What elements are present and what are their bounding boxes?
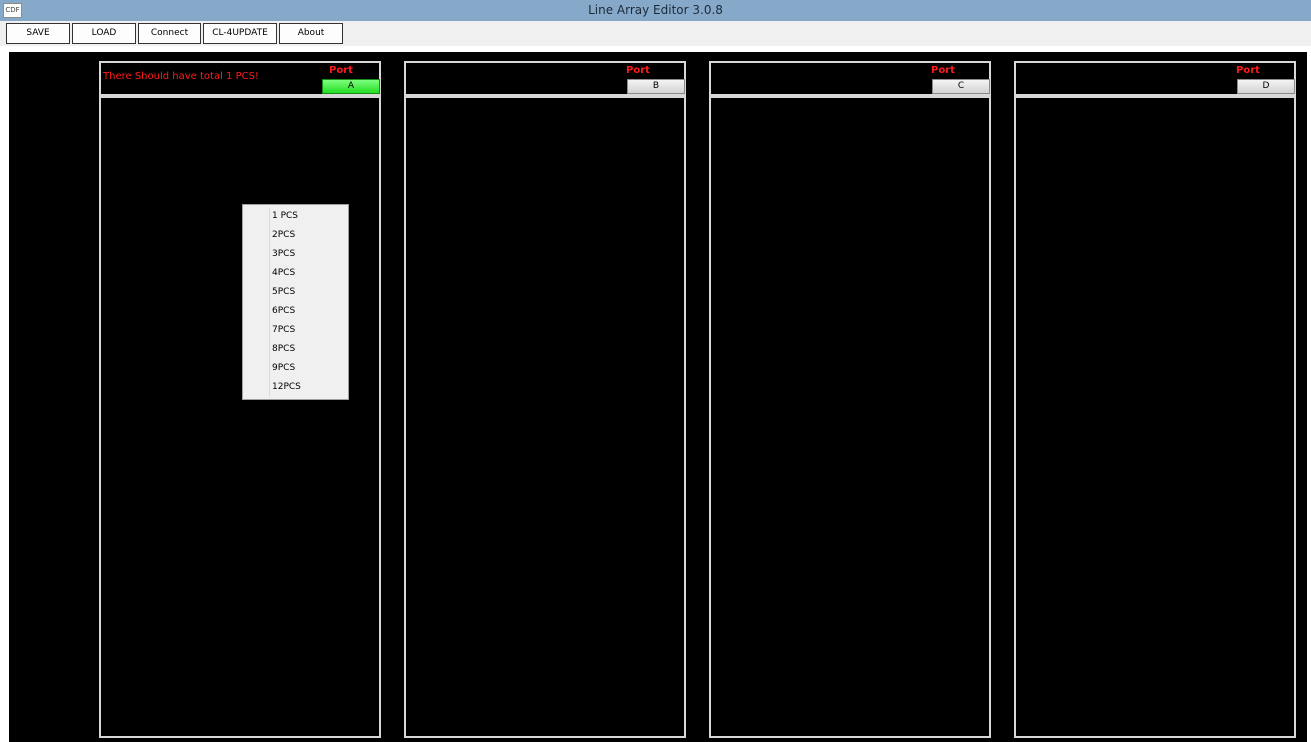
speaker-array-area[interactable] [404,96,686,738]
menu-item-5pcs[interactable]: 5PCS [245,283,346,302]
menu-item-2pcs[interactable]: 2PCS [245,226,346,245]
about-button[interactable]: About [279,23,343,44]
toolbar: SAVE LOAD Connect CL-4UPDATE About [0,21,1311,46]
port-label: Port [626,65,650,76]
port-a-button[interactable]: A [322,79,380,94]
menu-item-6pcs[interactable]: 6PCS [245,302,346,321]
connect-button[interactable]: Connect [138,23,201,44]
menu-item-8pcs[interactable]: 8PCS [245,340,346,359]
port-panel-header: Port C [709,61,991,96]
speaker-array-area[interactable] [99,96,381,738]
port-panel-d: Port D [1014,61,1296,738]
port-c-button[interactable]: C [932,79,990,94]
port-panel-c: Port C [709,61,991,738]
port-b-button[interactable]: B [627,79,685,94]
pcs-warning-text: There Should have total 1 PCS! [103,71,259,82]
menu-item-7pcs[interactable]: 7PCS [245,321,346,340]
load-button[interactable]: LOAD [72,23,136,44]
window-title: Line Array Editor 3.0.8 [588,3,723,17]
port-d-button[interactable]: D [1237,79,1295,94]
port-panel-b: Port B [404,61,686,738]
menu-item-4pcs[interactable]: 4PCS [245,264,346,283]
title-bar: CDF Line Array Editor 3.0.8 [0,0,1311,21]
menu-item-3pcs[interactable]: 3PCS [245,245,346,264]
menu-item-12pcs[interactable]: 12PCS [245,378,346,397]
cl-4update-button[interactable]: CL-4UPDATE [203,23,277,44]
speaker-array-area[interactable] [1014,96,1296,738]
menu-item-9pcs[interactable]: 9PCS [245,359,346,378]
speaker-array-area[interactable] [709,96,991,738]
port-label: Port [1236,65,1260,76]
menu-item-1pcs[interactable]: 1 PCS [245,207,346,226]
port-panel-header: Port B [404,61,686,96]
pcs-context-menu: 1 PCS 2PCS 3PCS 4PCS 5PCS 6PCS 7PCS 8PCS… [242,204,349,400]
port-panel-header: There Should have total 1 PCS! Port A [99,61,381,96]
port-label: Port [931,65,955,76]
save-button[interactable]: SAVE [6,23,70,44]
port-label: Port [329,65,353,76]
port-panel-header: Port D [1014,61,1296,96]
